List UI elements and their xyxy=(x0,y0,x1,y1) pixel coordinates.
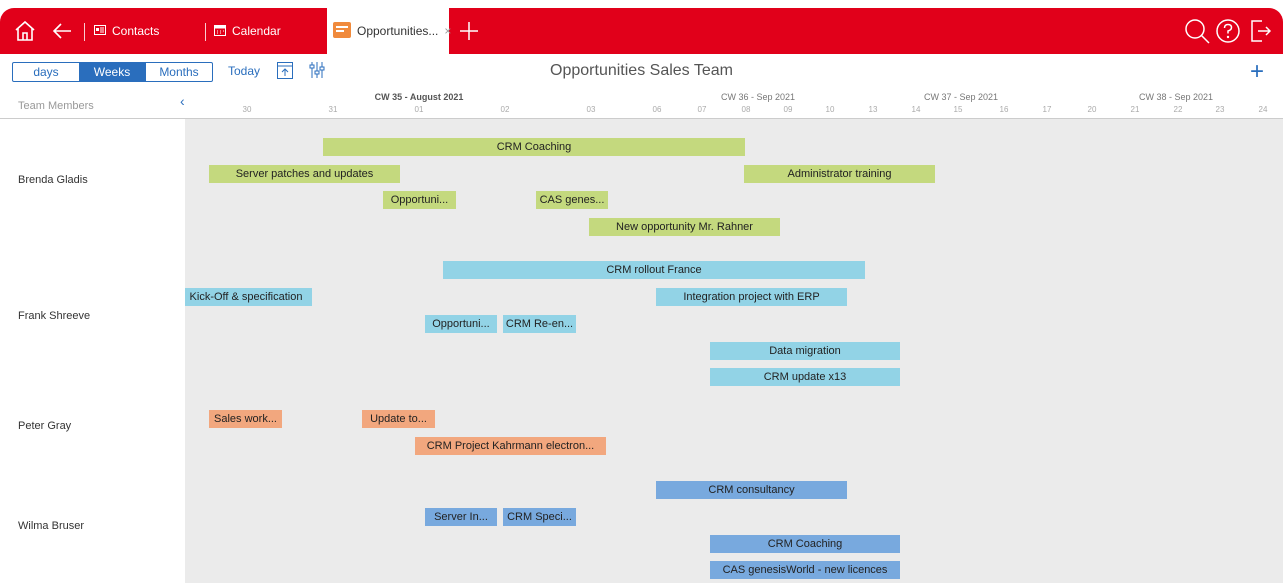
task-bar[interactable]: Server In... xyxy=(425,508,497,526)
logout-icon[interactable] xyxy=(1246,17,1274,45)
timeline-header: Team Members ‹ CW 35 - August 2021 CW 36 … xyxy=(0,90,1283,119)
day-label: 02 xyxy=(500,105,510,114)
tab-opportunities[interactable]: Opportunities... × xyxy=(327,8,451,54)
tab-calendar[interactable]: Calendar xyxy=(214,8,314,54)
day-label: 06 xyxy=(652,105,662,114)
day-label: 08 xyxy=(741,105,751,114)
day-label: 03 xyxy=(586,105,596,114)
tab-contacts[interactable]: Contacts xyxy=(94,8,194,54)
lane-timeline-area[interactable]: Sales work... Update to... CRM Project Kah… xyxy=(185,391,1283,461)
task-bar[interactable]: Integration project with ERP xyxy=(656,288,847,306)
task-bar[interactable]: CRM Project Kahrmann electron... xyxy=(415,437,606,455)
search-icon[interactable] xyxy=(1183,17,1211,45)
day-label: 17 xyxy=(1042,105,1052,114)
lane-timeline-area[interactable]: CRM rollout France Kick-Off & specificati… xyxy=(185,241,1283,391)
day-label: 16 xyxy=(999,105,1009,114)
day-label: 09 xyxy=(783,105,793,114)
opportunities-icon xyxy=(333,21,351,41)
member-name[interactable]: Wilma Bruser xyxy=(0,461,185,583)
close-tab-icon[interactable]: × xyxy=(444,24,451,38)
tab-label: Contacts xyxy=(112,24,160,38)
chevron-left-icon[interactable]: ‹ xyxy=(180,93,185,109)
top-navigation-bar: Contacts Calendar Opportunities... × xyxy=(0,8,1283,54)
day-label: 21 xyxy=(1130,105,1140,114)
help-icon[interactable] xyxy=(1214,17,1242,45)
task-bar[interactable]: CRM Re-en... xyxy=(503,315,576,333)
day-label: 30 xyxy=(242,105,252,114)
task-bar[interactable]: Kick-Off & specification xyxy=(185,288,312,306)
add-button[interactable]: + xyxy=(1250,58,1264,86)
divider xyxy=(84,23,85,41)
task-bar[interactable]: Opportuni... xyxy=(383,191,456,209)
member-name[interactable]: Peter Gray xyxy=(0,391,185,461)
day-label: 22 xyxy=(1173,105,1183,114)
task-bar[interactable]: Sales work... xyxy=(209,410,282,428)
day-label: 14 xyxy=(911,105,921,114)
task-bar[interactable]: CRM Coaching xyxy=(710,535,900,553)
day-label: 24 xyxy=(1258,105,1268,114)
task-bar[interactable]: Opportuni... xyxy=(425,315,497,333)
day-label: 20 xyxy=(1087,105,1097,114)
home-icon[interactable] xyxy=(12,18,38,44)
page-title: Opportunities Sales Team xyxy=(550,62,733,79)
task-bar[interactable]: CRM Speci... xyxy=(503,508,576,526)
tab-label: Calendar xyxy=(232,24,281,38)
back-arrow-icon[interactable] xyxy=(49,18,75,44)
calendar-toolbar: days Weeks Months Today Opportunities Sa… xyxy=(0,54,1283,90)
task-bar[interactable]: CRM Coaching xyxy=(323,138,745,156)
member-name[interactable]: Frank Shreeve xyxy=(0,241,185,391)
task-bar[interactable]: CAS genesisWorld - new licences xyxy=(710,561,900,579)
member-lane: Peter Gray Sales work... Update to... CRM P… xyxy=(0,391,1283,462)
task-bar[interactable]: Update to... xyxy=(362,410,435,428)
task-bar[interactable]: CAS genes... xyxy=(536,191,608,209)
app-window: Contacts Calendar Opportunities... × day… xyxy=(0,8,1283,583)
member-lane: Wilma Bruser CRM consultancy Server In... C… xyxy=(0,461,1283,583)
week-label: CW 35 - August 2021 xyxy=(374,92,464,102)
week-label: CW 36 - Sep 2021 xyxy=(720,92,796,102)
day-label: 01 xyxy=(414,105,424,114)
task-bar[interactable]: New opportunity Mr. Rahner xyxy=(589,218,780,236)
resource-timeline: Brenda Gladis CRM Coaching Server patches … xyxy=(0,119,1283,583)
task-bar[interactable]: CRM consultancy xyxy=(656,481,847,499)
add-tab-icon[interactable] xyxy=(456,18,482,44)
calendar-icon xyxy=(214,24,226,39)
tab-label: Opportunities... xyxy=(357,24,439,38)
lane-timeline-area[interactable]: CRM consultancy Server In... CRM Speci... C… xyxy=(185,461,1283,583)
lane-timeline-area[interactable]: CRM Coaching Server patches and updates Ad… xyxy=(185,119,1283,241)
member-lane: Frank Shreeve CRM rollout France Kick-Off … xyxy=(0,241,1283,392)
member-lane: Brenda Gladis CRM Coaching Server patches … xyxy=(0,119,1283,242)
task-bar[interactable]: Server patches and updates xyxy=(209,165,400,183)
day-label: 07 xyxy=(697,105,707,114)
task-bar[interactable]: Administrator training xyxy=(744,165,935,183)
day-label: 15 xyxy=(953,105,963,114)
week-label: CW 37 - Sep 2021 xyxy=(923,92,999,102)
task-bar[interactable]: Data migration xyxy=(710,342,900,360)
contacts-card-icon xyxy=(94,24,106,38)
day-label: 10 xyxy=(825,105,835,114)
day-label: 31 xyxy=(328,105,338,114)
member-name[interactable]: Brenda Gladis xyxy=(0,119,185,241)
task-bar[interactable]: CRM update x13 xyxy=(710,368,900,386)
divider xyxy=(205,23,206,41)
day-label: 23 xyxy=(1215,105,1225,114)
week-label: CW 38 - Sep 2021 xyxy=(1138,92,1214,102)
day-label: 13 xyxy=(868,105,878,114)
team-members-label: Team Members xyxy=(18,100,94,112)
task-bar[interactable]: CRM rollout France xyxy=(443,261,865,279)
